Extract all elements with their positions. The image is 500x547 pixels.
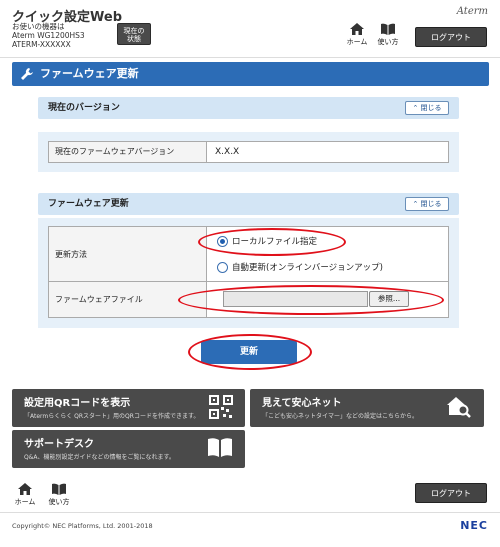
device-info-line: お使いの機器は <box>12 22 65 31</box>
version-panel-title: 現在のバージョン <box>48 103 120 113</box>
help-label: 使い方 <box>377 38 399 46</box>
book-icon <box>52 483 66 495</box>
update-button[interactable]: 更新 <box>201 340 297 364</box>
radio-local-file[interactable]: ローカルファイル指定 <box>217 235 317 247</box>
book-icon <box>381 23 395 35</box>
mieteanshin-tile[interactable]: 見えて安心ネット 「こども安心ネットタイマー」などの設定はこちらから。 <box>250 389 484 427</box>
qr-code-icon <box>209 395 233 419</box>
version-table: 現在のファームウェアバージョン X.X.X <box>48 141 449 163</box>
home-icon <box>350 23 364 35</box>
version-panel-close-button[interactable]: ⌃ 閉じる <box>405 101 449 115</box>
home-button[interactable]: ホーム <box>342 22 372 47</box>
footer-divider <box>0 512 500 513</box>
radio-auto-update[interactable]: 自動更新(オンラインバージョンアップ) <box>217 261 383 273</box>
close-label: 閉じる <box>420 200 442 208</box>
version-panel-body: 現在のファームウェアバージョン X.X.X <box>38 132 459 172</box>
update-panel-close-button[interactable]: ⌃ 閉じる <box>405 197 449 211</box>
browse-button[interactable]: 参照... <box>369 291 409 307</box>
update-table: 更新方法 ローカルファイル指定 自動更新(オンラインバージョンアップ) ファーム… <box>48 226 449 318</box>
update-panel-body: 更新方法 ローカルファイル指定 自動更新(オンラインバージョンアップ) ファーム… <box>38 218 459 328</box>
device-model: Aterm WG1200HS3 <box>12 31 85 40</box>
help-button[interactable]: 使い方 <box>373 22 403 47</box>
wrench-icon <box>21 68 33 80</box>
version-value: X.X.X <box>215 147 240 157</box>
home-label: ホーム <box>346 38 368 46</box>
home-icon <box>18 483 32 495</box>
book-icon <box>208 438 232 457</box>
firmware-file-label: ファームウェアファイル <box>49 282 207 317</box>
radio-local-file-label: ローカルファイル指定 <box>232 237 318 247</box>
page-title: ファームウェア更新 <box>40 67 139 80</box>
help-label: 使い方 <box>48 498 70 506</box>
tile-desc: 「こども安心ネットタイマー」などの設定はこちらから。 <box>262 413 419 420</box>
footer-home-button[interactable]: ホーム <box>10 482 40 507</box>
firmware-file-input[interactable] <box>223 291 368 307</box>
page-title-bar: ファームウェア更新 <box>12 62 489 86</box>
device-name: ATERM-XXXXXX <box>12 40 71 49</box>
status-button-line: 現在の <box>123 27 145 35</box>
footer-help-button[interactable]: 使い方 <box>44 482 74 507</box>
chevron-up-icon: ⌃ <box>412 104 419 112</box>
aterm-logo: Aterm <box>456 6 488 17</box>
header: クイック設定Web お使いの機器は Aterm WG1200HS3 ATERM-… <box>0 0 500 58</box>
version-panel-header: 現在のバージョン ⌃ 閉じる <box>38 97 459 119</box>
update-method-row: 更新方法 ローカルファイル指定 自動更新(オンラインバージョンアップ) <box>49 227 448 282</box>
close-label: 閉じる <box>420 104 442 112</box>
version-label: 現在のファームウェアバージョン <box>49 142 207 162</box>
radio-unchecked-icon[interactable] <box>217 261 228 273</box>
qr-code-tile[interactable]: 設定用QRコードを表示 「Atermらくらく QRスタート」用のQRコードを作成… <box>12 389 245 427</box>
radio-checked-icon[interactable] <box>217 235 228 247</box>
nec-logo: NEC <box>460 519 488 532</box>
update-panel-title: ファームウェア更新 <box>48 199 129 209</box>
tile-desc: 「Atermらくらく QRスタート」用のQRコードを作成できます。 <box>24 413 200 420</box>
chevron-up-icon: ⌃ <box>412 200 419 208</box>
home-label: ホーム <box>14 498 36 506</box>
tile-title: 見えて安心ネット <box>262 398 342 409</box>
radio-auto-update-label: 自動更新(オンラインバージョンアップ) <box>232 263 383 273</box>
status-button-line: 状態 <box>127 35 141 43</box>
home-search-icon <box>447 397 471 418</box>
current-status-button[interactable]: 現在の 状態 <box>117 23 151 45</box>
firmware-file-row: ファームウェアファイル 参照... <box>49 282 448 317</box>
tile-title: 設定用QRコードを表示 <box>24 398 131 409</box>
tile-title: サポートデスク <box>24 439 94 450</box>
update-method-label: 更新方法 <box>49 227 207 281</box>
tile-desc: Q&A、機能別設定ガイドなどの情報をご覧になれます。 <box>24 454 175 461</box>
update-panel-header: ファームウェア更新 ⌃ 閉じる <box>38 193 459 215</box>
footer-logout-button[interactable]: ログアウト <box>415 483 487 503</box>
logout-button[interactable]: ログアウト <box>415 27 487 47</box>
support-desk-tile[interactable]: サポートデスク Q&A、機能別設定ガイドなどの情報をご覧になれます。 <box>12 430 245 468</box>
copyright-text: Copyright© NEC Platforms, Ltd. 2001-2018 <box>12 522 153 530</box>
device-info: お使いの機器は Aterm WG1200HS3 ATERM-XXXXXX <box>12 22 85 49</box>
